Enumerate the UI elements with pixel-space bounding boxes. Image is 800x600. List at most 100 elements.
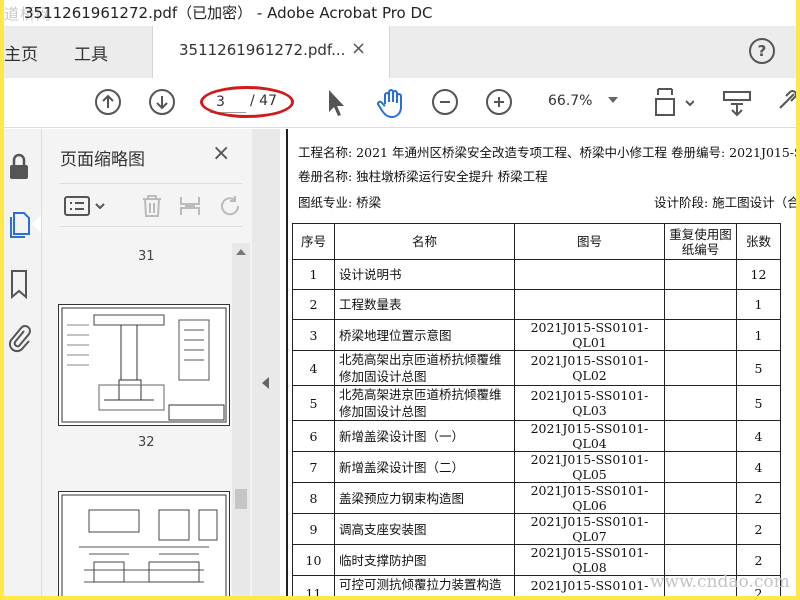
panel-splitter[interactable]	[252, 129, 280, 596]
thumbnail-drawing	[61, 494, 227, 596]
minus-icon	[440, 101, 450, 103]
extract-pages-icon[interactable]	[178, 194, 202, 218]
reuse-code	[664, 259, 737, 290]
row-number: 6	[292, 420, 335, 452]
left-icon-rail	[4, 129, 42, 596]
column-header: 图号	[514, 223, 665, 260]
thumbnail-label: 32	[138, 435, 155, 450]
table-row: 7 新增盖梁设计图（二） 2021J015-SS0101-QL05 4	[292, 451, 781, 483]
zoom-in-button[interactable]	[486, 89, 512, 115]
chevron-down-icon[interactable]	[608, 97, 618, 103]
design-stage: 设计阶段: 施工图设计（合	[654, 195, 796, 210]
sheet-count: 4	[736, 451, 781, 483]
previous-page-button[interactable]	[95, 89, 121, 115]
table-row: 10 临时支撑防护图 2021J015-SS0101-QL08 2	[292, 544, 781, 576]
title-bar: 道桥网 3511261961272.pdf（已加密） - Adobe Acrob…	[4, 0, 796, 26]
drawing-name: 调高支座安装图	[334, 513, 515, 545]
row-number: 9	[292, 513, 335, 545]
thumbnail-drawing	[61, 307, 227, 423]
thumbnail-label: 31	[138, 249, 155, 264]
document-view[interactable]: 工程名称: 2021 年通州区桥梁安全改造专项工程、桥梁中小修工程 卷册编号: …	[280, 129, 796, 596]
close-tab-icon[interactable]: ×	[351, 38, 366, 59]
trash-icon[interactable]	[140, 194, 164, 218]
drawing-code	[514, 289, 665, 320]
reuse-code	[664, 319, 737, 351]
sheet-count: 4	[736, 420, 781, 452]
project-name: 工程名称: 2021 年通州区桥梁安全改造专项工程、桥梁中小修工程 卷册编号: …	[298, 145, 796, 160]
drawing-name: 北苑高架进京匝道桥抗倾覆维修加固设计总图	[334, 385, 515, 421]
row-number: 2	[292, 289, 335, 320]
row-number: 5	[292, 385, 335, 421]
arrow-up-icon	[102, 94, 114, 108]
drawing-code: 2021J015-SS0101-QL09	[514, 575, 665, 596]
link-icon[interactable]	[776, 88, 796, 118]
drawing-code: 2021J015-SS0101-QL05	[514, 451, 665, 483]
table-row: 1 设计说明书 12	[292, 259, 781, 290]
sheet-count: 5	[736, 385, 781, 421]
drawing-name: 可控可测抗倾覆拉力装置构造图	[334, 575, 515, 596]
reuse-code	[664, 544, 737, 576]
sheet-count: 2	[736, 482, 781, 514]
sheet-count: 2	[736, 544, 781, 576]
zoom-out-button[interactable]	[432, 89, 458, 115]
page-thumbnails-icon[interactable]	[8, 209, 32, 239]
tab-tools[interactable]: 工具	[74, 40, 108, 65]
watermark-url: www.cndao.com	[650, 572, 790, 592]
rotate-icon[interactable]	[218, 194, 242, 218]
reuse-code	[664, 420, 737, 452]
paperclip-icon[interactable]	[8, 323, 32, 355]
select-cursor-icon[interactable]	[325, 88, 347, 118]
app-window: 道桥网 3511261961272.pdf（已加密） - Adobe Acrob…	[4, 0, 796, 596]
fit-page-icon[interactable]	[650, 86, 694, 120]
reuse-code	[664, 385, 737, 421]
table-row: 2 工程数量表 1	[292, 289, 781, 320]
scrollbar-thumb[interactable]	[235, 489, 247, 509]
reuse-code	[664, 482, 737, 514]
drawing-discipline: 图纸专业: 桥梁	[298, 195, 382, 210]
panel-title: 页面缩略图	[60, 150, 145, 170]
drawing-code: 2021J015-SS0101-QL03	[514, 385, 665, 421]
table-row: 5 北苑高架进京匝道桥抗倾覆维修加固设计总图 2021J015-SS0101-QL0…	[292, 385, 781, 421]
drawing-code: 2021J015-SS0101-QL01	[514, 319, 665, 351]
drawing-name: 桥梁地理位置示意图	[334, 319, 515, 351]
help-icon[interactable]: ?	[749, 38, 775, 64]
table-row: 4 北苑高架出京匝道桥抗倾覆维修加固设计总图 2021J015-SS0101-QL0…	[292, 350, 781, 386]
arrow-down-icon	[156, 96, 168, 110]
scrolling-mode-icon[interactable]	[722, 88, 752, 118]
table-row: 6 新增盖梁设计图（一） 2021J015-SS0101-QL04 4	[292, 420, 781, 452]
collapse-panel-icon[interactable]	[262, 377, 269, 389]
column-header: 名称	[334, 223, 515, 260]
pdf-page: 工程名称: 2021 年通州区桥梁安全改造专项工程、桥梁中小修工程 卷册编号: …	[286, 129, 796, 596]
next-page-button[interactable]	[149, 89, 175, 115]
drawing-code: 2021J015-SS0101-QL08	[514, 544, 665, 576]
lock-icon[interactable]	[8, 153, 30, 183]
drawing-name: 北苑高架出京匝道桥抗倾覆维修加固设计总图	[334, 350, 515, 386]
tab-document[interactable]: 3511261961272.pdf... ×	[152, 26, 390, 78]
table-row: 8 盖梁预应力钢束构造图 2021J015-SS0101-QL06 2	[292, 482, 781, 514]
options-menu-icon[interactable]	[64, 196, 110, 216]
volume-name: 卷册名称: 独柱墩桥梁运行安全提升 桥梁工程	[298, 169, 548, 184]
drawing-name: 新增盖梁设计图（一）	[334, 420, 515, 452]
drawing-name: 工程数量表	[334, 289, 515, 320]
row-number: 3	[292, 319, 335, 351]
sheet-count: 1	[736, 319, 781, 351]
close-panel-icon[interactable]: ×	[212, 141, 230, 166]
row-number: 7	[292, 451, 335, 483]
zoom-level-select[interactable]: 66.7%	[548, 93, 592, 109]
sheet-count: 12	[736, 259, 781, 290]
drawing-code: 2021J015-SS0101-QL02	[514, 350, 665, 386]
table-row: 9 调高支座安装图 2021J015-SS0101-QL07 2	[292, 513, 781, 545]
column-header: 序号	[292, 223, 335, 260]
tab-home[interactable]: 主页	[4, 40, 38, 65]
scrollbar[interactable]	[232, 243, 250, 596]
hand-tool-icon[interactable]	[376, 87, 408, 119]
drawing-name: 设计说明书	[334, 259, 515, 290]
active-panel-indicator	[32, 215, 41, 233]
panel-toolbar	[60, 183, 242, 227]
page-thumbnail[interactable]	[58, 491, 230, 596]
page-thumbnail[interactable]	[58, 304, 230, 426]
scroll-up-icon[interactable]	[236, 249, 246, 255]
window-title: 3511261961272.pdf（已加密） - Adobe Acrobat P…	[24, 4, 433, 22]
bookmark-icon[interactable]	[8, 269, 30, 301]
table-header: 序号 名称 图号 重复使用图纸编号 张数	[292, 223, 781, 260]
